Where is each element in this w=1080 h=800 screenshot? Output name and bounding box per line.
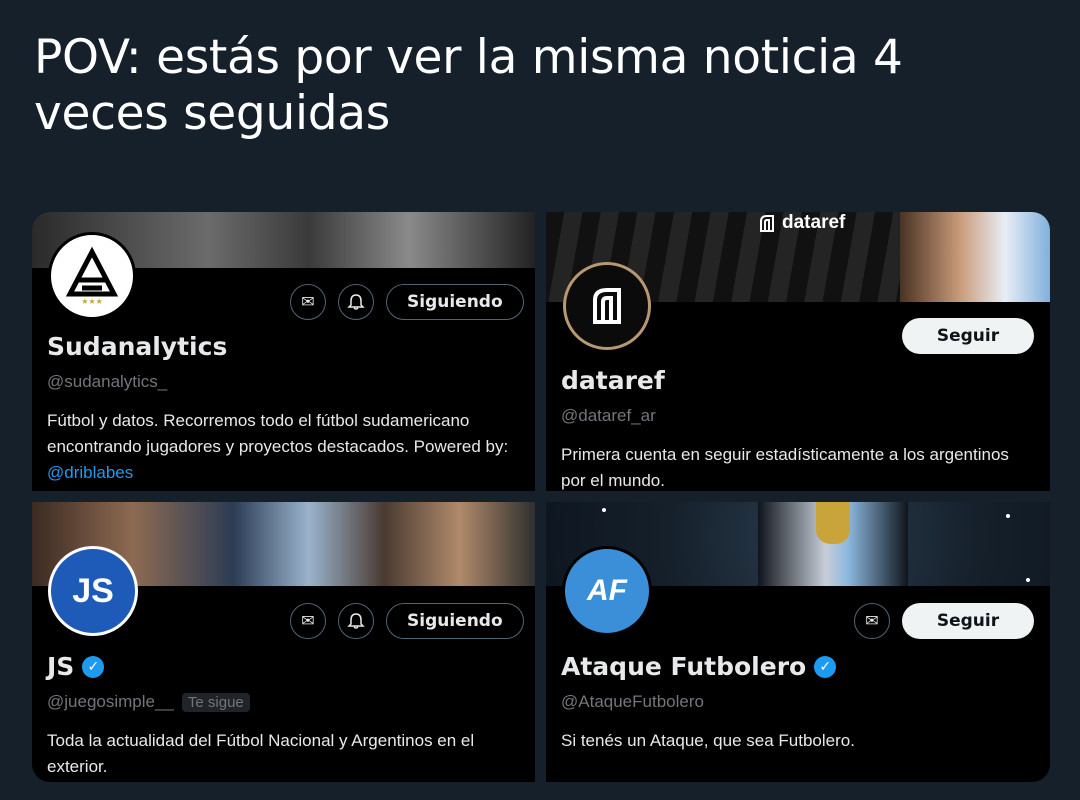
image-grid[interactable]: ★★★ ✉ Siguiendo Sudanalytics @sudanalyti… (32, 212, 1050, 782)
avatar (563, 262, 651, 350)
profile-name: JS ✓ (47, 652, 105, 681)
profile-name-text: Sudanalytics (47, 332, 228, 361)
avatar: AF (562, 546, 652, 636)
following-button[interactable]: Siguiendo (386, 603, 524, 639)
message-icon[interactable]: ✉ (290, 603, 326, 639)
profile-card-sudanalytics[interactable]: ★★★ ✉ Siguiendo Sudanalytics @sudanalyti… (32, 212, 535, 491)
avatar-text: AF (587, 574, 627, 607)
profile-handle: @juegosimple__ Te sigue (47, 692, 250, 712)
verified-badge-icon: ✓ (814, 655, 837, 678)
profile-actions: Seguir (902, 318, 1034, 354)
profile-handle: @sudanalytics_ (47, 372, 167, 392)
profile-bio: Primera cuenta en seguir estadísticament… (561, 445, 1009, 490)
svg-text:★★★: ★★★ (81, 297, 103, 306)
sudanalytics-logo-icon: ★★★ (65, 246, 119, 306)
profile-name-text: dataref (561, 366, 665, 395)
avatar: JS (48, 546, 138, 636)
profile-bio: Si tenés un Ataque, que sea Futbolero. (561, 731, 855, 750)
profile-name-text: JS (47, 652, 75, 681)
profile-handle-text: @AtaqueFutbolero (561, 692, 704, 711)
profile-handle-text: @sudanalytics_ (47, 372, 168, 391)
profile-card-dataref[interactable]: dataref Seguir dataref @dataref_ar Prime… (546, 212, 1050, 491)
profile-handle-text: @juegosimple__ (47, 692, 174, 711)
message-icon[interactable]: ✉ (854, 603, 890, 639)
profile-handle: @AtaqueFutbolero (561, 692, 704, 712)
notification-bell-icon[interactable] (338, 284, 374, 320)
snow-dot (1006, 514, 1010, 518)
profile-name-text: Ataque Futbolero (561, 652, 807, 681)
profile-handle: @dataref_ar (561, 406, 656, 426)
follows-you-badge: Te sigue (181, 692, 250, 712)
profile-actions: ✉ Siguiendo (290, 284, 524, 320)
avatar: ★★★ (48, 232, 136, 320)
banner-photo (900, 212, 1050, 302)
profile-actions: ✉ Seguir (854, 603, 1034, 639)
message-icon[interactable]: ✉ (290, 284, 326, 320)
avatar-text: JS (72, 571, 114, 610)
profile-bio: Toda la actualidad del Fútbol Nacional y… (47, 731, 475, 776)
profile-card-ataque-futbolero[interactable]: AF ✉ Seguir Ataque Futbolero ✓ @AtaqueFu… (546, 502, 1050, 782)
profile-bio: Fútbol y datos. Recorremos todo el fútbo… (47, 408, 517, 486)
profile-actions: ✉ Siguiendo (290, 603, 524, 639)
trophy-icon (816, 502, 850, 544)
dataref-logo-icon (760, 215, 774, 232)
following-button[interactable]: Siguiendo (386, 284, 524, 320)
bio-link[interactable]: @driblabes (47, 463, 133, 482)
verified-badge-icon: ✓ (82, 655, 105, 678)
banner-logo-text: dataref (782, 212, 846, 233)
profile-name: dataref (561, 366, 665, 395)
snow-dot (602, 508, 606, 512)
bio-text: Fútbol y datos. Recorremos todo el fútbo… (47, 411, 509, 456)
follow-button[interactable]: Seguir (902, 603, 1034, 639)
snow-dot (1026, 578, 1030, 582)
banner-logo: dataref (758, 212, 845, 234)
profile-name: Sudanalytics (47, 332, 227, 361)
profile-handle-text: @dataref_ar (561, 406, 656, 425)
dataref-logo-icon (593, 288, 621, 324)
follow-button[interactable]: Seguir (902, 318, 1034, 354)
profile-card-js[interactable]: JS ✉ Siguiendo JS ✓ @juegosimple__ Te si… (32, 502, 535, 782)
profile-name: Ataque Futbolero ✓ (561, 652, 837, 681)
post-text: POV: estás por ver la misma noticia 4 ve… (34, 30, 903, 141)
notification-bell-icon[interactable] (338, 603, 374, 639)
